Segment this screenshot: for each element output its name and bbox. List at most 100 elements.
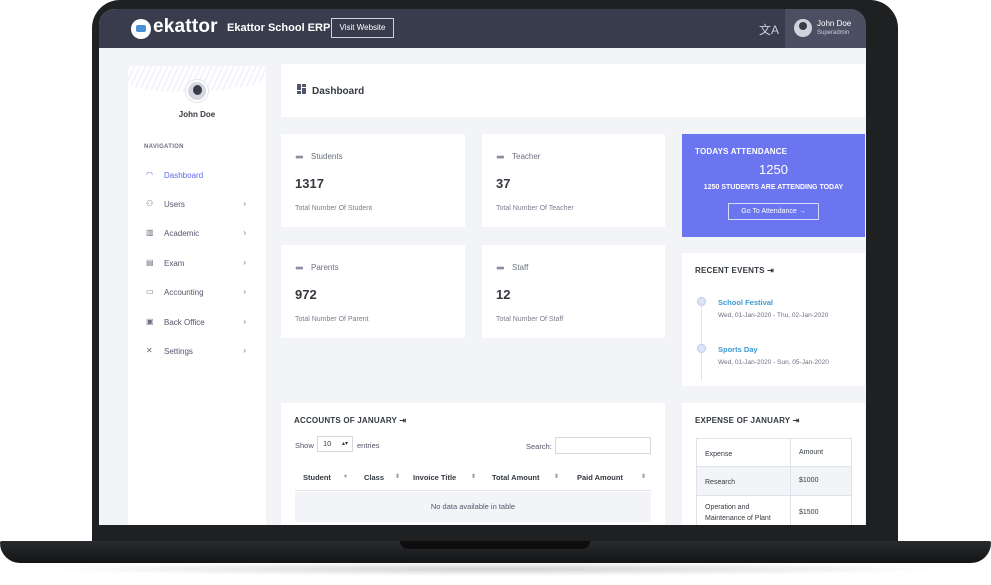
external-link-icon[interactable]: ⇥ <box>397 416 406 425</box>
laptop-shadow <box>40 562 951 576</box>
users-icon: ●●● <box>295 154 304 161</box>
avatar <box>794 19 812 37</box>
gauge-icon: ◠ <box>146 170 153 179</box>
briefcase-icon: ▭ <box>146 287 154 296</box>
user-name: John Doe <box>817 19 852 28</box>
sidebar-item-settings[interactable]: ✕ Settings › <box>144 344 252 360</box>
recent-events-card: RECENT EVENTS ⇥ School Festival Wed, 01-… <box>682 253 865 386</box>
sidebar-item-label: Users <box>164 200 185 209</box>
go-to-attendance-button[interactable]: Go To Attendance → <box>728 203 819 220</box>
table-empty-message: No data available in table <box>295 492 651 522</box>
event-name[interactable]: Sports Day <box>718 345 758 354</box>
stat-value: 972 <box>295 287 317 302</box>
sidebar-item-label: Dashboard <box>164 171 204 180</box>
stat-label: Staff <box>512 263 529 272</box>
chevron-right-icon: › <box>243 199 246 208</box>
column-header-amount: Amount <box>799 449 824 456</box>
sort-icon: ⬍ <box>641 474 647 480</box>
sidebar-item-accounting[interactable]: ▭ Accounting › <box>144 285 252 301</box>
expense-name: Research <box>705 479 735 486</box>
sidebar-item-label: Exam <box>164 259 185 268</box>
laptop-notch <box>400 541 590 549</box>
dashboard-icon <box>297 84 307 94</box>
sidebar: John Doe NAVIGATION ◠ Dashboard ⚇ Users … <box>128 66 266 525</box>
expense-table: Expense Amount Research $1000 Operation … <box>696 438 852 525</box>
users-icon: ●●● <box>295 265 304 272</box>
sidebar-item-academic[interactable]: ▥ Academic › <box>144 226 252 242</box>
column-header-expense: Expense <box>705 451 733 458</box>
user-role: Superadmin <box>817 30 850 36</box>
profile-name: John Doe <box>178 110 216 119</box>
page-title: Dashboard <box>312 86 365 97</box>
sidebar-item-label: Settings <box>164 347 193 356</box>
chevron-right-icon: › <box>243 346 246 355</box>
column-header-total-amount[interactable]: Total Amount ⬍ <box>492 473 559 482</box>
entries-label: entries <box>357 441 380 450</box>
sidebar-item-label: Academic <box>164 229 200 238</box>
timeline-dot-icon <box>697 297 706 306</box>
column-header-invoice-title[interactable]: Invoice Title ⬍ <box>413 473 476 482</box>
search-label: Search: <box>526 442 552 451</box>
visit-website-button[interactable]: Visit Website <box>331 18 394 38</box>
sort-icon: ▾ <box>344 474 348 480</box>
chevron-right-icon: › <box>243 317 246 326</box>
event-date: Wed, 01-Jan-2020 - Thu, 02-Jan-2020 <box>718 312 829 319</box>
stat-value: 37 <box>496 176 511 191</box>
chevron-right-icon: › <box>243 287 246 296</box>
users-icon: ●●● <box>496 265 505 272</box>
users-icon: ●●● <box>496 154 505 161</box>
gift-icon: ▣ <box>146 317 154 326</box>
table-header: Student ▾ Class ⬍ Invoice Title ⬍ Total Amo… <box>295 463 651 491</box>
column-header-class[interactable]: Class ⬍ <box>364 473 400 482</box>
table-row: Research $1000 <box>697 467 851 496</box>
expense-name: Operation and Maintenance of Plant <box>705 504 771 522</box>
entries-select[interactable]: 10 ▴▾ <box>317 436 353 452</box>
sidebar-item-dashboard[interactable]: ◠ Dashboard <box>144 168 252 184</box>
stat-card-teacher: ●●● Teacher 37 Total Number Of Teacher <box>482 134 665 227</box>
attendance-title: TODAYS ATTENDANCE <box>695 147 788 156</box>
search-input[interactable] <box>555 437 651 454</box>
sort-icon: ⬍ <box>395 474 401 480</box>
sidebar-item-users[interactable]: ⚇ Users › <box>144 197 252 213</box>
top-navbar: ekattor Ekattor School ERP Visit Website… <box>99 9 866 48</box>
expense-card: EXPENSE OF JANUARY ⇥ Expense Amount Rese… <box>682 403 865 525</box>
section-title: ACCOUNTS OF JANUARY <box>294 416 397 425</box>
stat-description: Total Number Of Parent <box>295 316 369 323</box>
column-header-student[interactable]: Student ▾ <box>303 473 347 482</box>
profile-avatar <box>186 80 208 102</box>
sort-icon: ⬍ <box>471 474 477 480</box>
user-menu[interactable]: John Doe Superadmin <box>785 9 866 48</box>
stat-card-parents: ●●● Parents 972 Total Number Of Parent <box>281 245 465 338</box>
sidebar-item-back-office[interactable]: ▣ Back Office › <box>144 315 252 331</box>
stat-label: Teacher <box>512 152 541 161</box>
app-screen: ekattor Ekattor School ERP Visit Website… <box>99 9 866 525</box>
sidebar-item-label: Back Office <box>164 318 205 327</box>
accounts-card: ACCOUNTS OF JANUARY ⇥ Show 10 ▴▾ entries … <box>281 403 665 525</box>
stat-card-staff: ●●● Staff 12 Total Number Of Staff <box>482 245 665 338</box>
sort-icon: ⬍ <box>554 474 560 480</box>
external-link-icon[interactable]: ⇥ <box>765 266 774 275</box>
building-icon: ▥ <box>146 228 154 237</box>
entries-select-value: 10 <box>323 439 332 448</box>
external-link-icon[interactable]: ⇥ <box>790 416 800 425</box>
attendance-count: 1250 <box>759 162 788 177</box>
app-name: Ekattor School ERP <box>227 22 331 34</box>
event-name[interactable]: School Festival <box>718 298 773 307</box>
timeline-dot-icon <box>697 344 706 353</box>
show-label: Show <box>295 441 314 450</box>
brand-logo[interactable]: ekattor <box>153 16 218 38</box>
tools-icon: ✕ <box>146 346 153 355</box>
expense-amount: $1500 <box>799 509 819 516</box>
clipboard-icon: ▤ <box>146 258 154 267</box>
chevron-right-icon: › <box>243 258 246 267</box>
translate-icon[interactable]: 文A <box>759 21 779 38</box>
nav-section-title: NAVIGATION <box>144 144 184 150</box>
stat-description: Total Number Of Teacher <box>496 205 574 212</box>
stat-label: Students <box>311 152 343 161</box>
table-row: Operation and Maintenance of Plant $1500 <box>697 496 851 525</box>
column-header-paid-amount[interactable]: Paid Amount ⬍ <box>577 473 646 482</box>
stat-value: 12 <box>496 287 511 302</box>
sidebar-item-exam[interactable]: ▤ Exam › <box>144 256 252 272</box>
stat-description: Total Number Of Student <box>295 205 373 212</box>
stat-label: Parents <box>311 263 339 272</box>
